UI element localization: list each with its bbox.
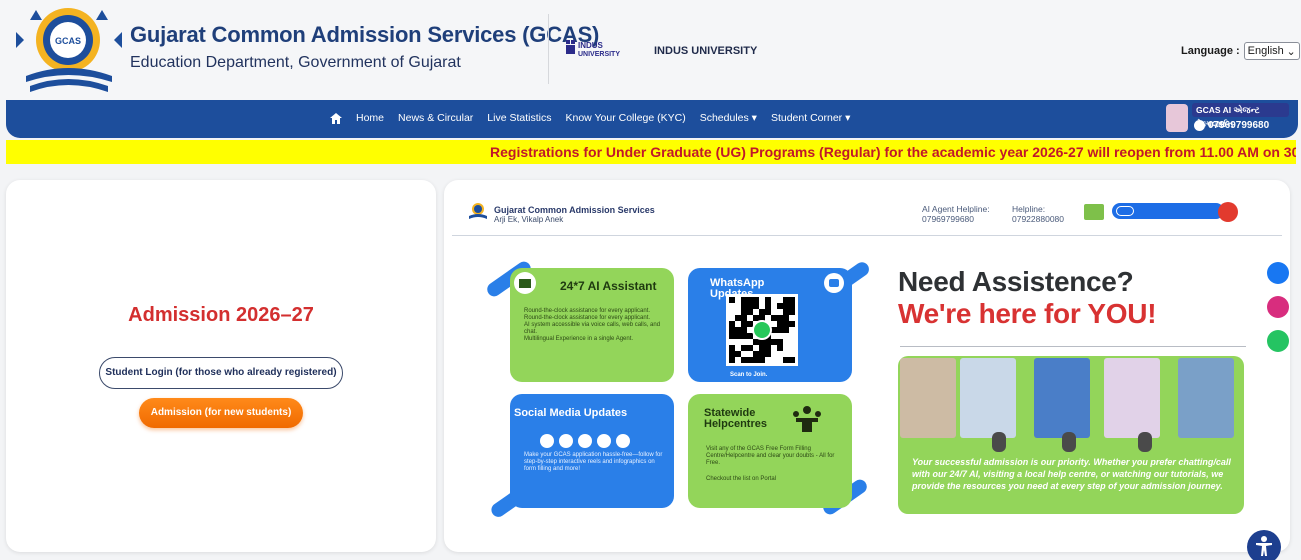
ai-helpline-badge[interactable]: GCAS AI એજન્ટ હેલ્પલાઈન 07969799680 [1160, 100, 1294, 136]
banner-helpline: Helpline: 07922880080 [1012, 204, 1065, 224]
help-photo [1104, 358, 1160, 438]
accessibility-icon[interactable] [1247, 530, 1281, 560]
social-tile-title: Social Media Updates [514, 407, 628, 419]
announcement-text: Registrations for Under Graduate (UG) Pr… [490, 144, 1296, 160]
helpcentres-tile-title: Statewide Helpcentres [704, 407, 767, 430]
announcement-marquee[interactable]: Registrations for Under Graduate (UG) Pr… [6, 140, 1296, 164]
social-tile-text: Make your GCAS application hassle-free—f… [524, 452, 663, 472]
heading-divider [900, 346, 1246, 347]
microphone-icon [1218, 202, 1238, 222]
nav-home[interactable]: Home [356, 112, 384, 124]
banner-divider [452, 235, 1282, 236]
ai-helpline-number: 07969799680 [1208, 120, 1270, 131]
social-icons [540, 434, 630, 448]
assistance-banner[interactable]: Gujarat Common Admission Services Arji E… [444, 180, 1290, 552]
banner-ai-helpline: AI Agent Helpline: 07969799680 [922, 204, 990, 224]
x-icon[interactable] [578, 434, 592, 448]
svg-text:INDUS: INDUS [578, 41, 604, 50]
partner-name: INDUS UNIVERSITY [654, 45, 758, 57]
banner-brand-title: Gujarat Common Admission Services [494, 205, 655, 215]
whatsapp-icon [752, 320, 772, 340]
nav-live-statistics[interactable]: Live Statistics [487, 112, 551, 124]
ai-helpline-label: GCAS AI એજન્ટ હેલ્પલાઈન [1192, 103, 1289, 129]
indus-university-logo[interactable]: INDUS UNIVERSITY [566, 34, 642, 64]
qr-cell [789, 357, 795, 363]
ai-tile-bullets: Round-the-clock assistance for every app… [524, 308, 661, 342]
help-photo [1034, 358, 1090, 438]
main-nav: Home News & Circular Live Statistics Kno… [6, 100, 1298, 138]
building-icon [514, 272, 536, 294]
nav-news-circular[interactable]: News & Circular [398, 112, 473, 124]
helpcentres-list-link: Checkout the list on Portal [706, 476, 777, 482]
helpcentres-tile-text: Visit any of the GCAS Free Form Filling … [706, 446, 835, 466]
instagram-icon[interactable] [1267, 296, 1289, 318]
site-subtitle: Education Department, Government of Guja… [130, 54, 461, 71]
svg-text:GCAS: GCAS [55, 36, 81, 46]
nav-know-your-college[interactable]: Know Your College (KYC) [565, 112, 685, 124]
ai-agent-avatar [1166, 104, 1188, 132]
linkedin-icon[interactable] [616, 434, 630, 448]
scan-to-join-label: Scan to Join. [730, 372, 768, 378]
banner-brand-subtitle: Arji Ek, Vikalp Anek [494, 215, 564, 224]
help-photo [960, 358, 1016, 438]
admission-card: Admission 2026–27 Student Login (for tho… [6, 180, 436, 552]
nav-student-corner[interactable]: Student Corner ▾ [771, 112, 850, 124]
language-selector: Language : English ⌄ [1181, 42, 1300, 60]
header: GCAS Gujarat Common Admission Services (… [0, 0, 1301, 100]
pin-icon [992, 432, 1006, 452]
gcas-small-logo [469, 203, 487, 219]
ai-tile-title: 24*7 AI Assistant [560, 279, 657, 293]
search-icon [1116, 206, 1134, 216]
here-for-you-heading: We're here for YOU! [898, 298, 1157, 329]
header-divider [548, 14, 549, 84]
need-assistance-heading: Need Assistence? [898, 266, 1134, 297]
instagram-icon[interactable] [559, 434, 573, 448]
gcas-logo[interactable]: GCAS [16, 4, 122, 98]
home-icon[interactable] [330, 112, 342, 124]
assistance-caption: Your successful admission is our priorit… [912, 457, 1231, 491]
chevron-down-icon: ⌄ [1286, 45, 1296, 58]
chat-icon [824, 273, 844, 293]
nav-schedules[interactable]: Schedules ▾ [700, 112, 757, 124]
site-title: Gujarat Common Admission Services (GCAS) [130, 22, 600, 47]
facebook-icon[interactable] [1267, 262, 1289, 284]
language-select[interactable]: English ⌄ [1243, 42, 1300, 60]
svg-text:UNIVERSITY: UNIVERSITY [578, 51, 620, 58]
admission-title: Admission 2026–27 [128, 304, 314, 326]
meeting-icon [793, 406, 821, 432]
youtube-icon[interactable] [597, 434, 611, 448]
student-login-button[interactable]: Student Login (for those who already reg… [99, 357, 343, 389]
banner-search-bar [1112, 203, 1224, 219]
help-photo [1178, 358, 1234, 438]
language-label: Language : [1181, 45, 1240, 57]
whatsapp-icon[interactable] [1267, 330, 1289, 352]
facebook-icon[interactable] [540, 434, 554, 448]
new-admission-button[interactable]: Admission (for new students) [139, 398, 303, 428]
phone-icon [1194, 120, 1205, 131]
banner-green-block [1084, 204, 1104, 220]
pin-icon [1062, 432, 1076, 452]
help-photo [900, 358, 956, 438]
help-photos-panel: Your successful admission is our priorit… [898, 356, 1244, 514]
pin-icon [1138, 432, 1152, 452]
